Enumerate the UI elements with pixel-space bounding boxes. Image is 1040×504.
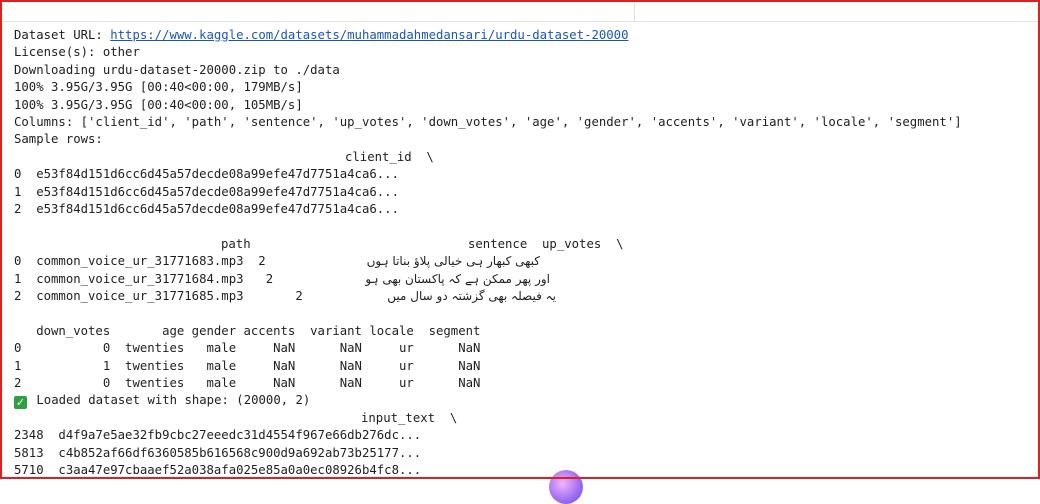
table-row: 2 e53f84d151d6cc6d45a57decde08a99efe47d7… <box>14 202 399 216</box>
notebook-toolbar <box>2 2 1038 22</box>
assistant-orb-icon[interactable] <box>549 470 583 504</box>
input-text-header: input_text \ <box>361 410 458 425</box>
table-row: 2 0 twenties male NaN NaN ur NaN <box>14 376 481 390</box>
downloading-line: Downloading urdu-dataset-20000.zip to ./… <box>14 62 340 77</box>
progress-line-2: 100% 3.95G/3.95G [00:40<00:00, 105MB/s] <box>14 97 303 112</box>
client-id-header: client_id \ <box>345 149 434 164</box>
path-header: path <box>221 236 251 251</box>
table-row: 2348 d4f9a7e5ae32fb9cbc27eeedc31d4554f96… <box>14 428 422 443</box>
table-row: 2 common_voice_ur_31771685.mp3 2 <box>14 289 303 303</box>
sentence-cell: یہ فیصلہ بھی گزشتہ دو سال میں <box>387 289 556 303</box>
license-line: License(s): other <box>14 45 140 60</box>
check-icon: ✓ <box>14 396 27 410</box>
dataset-url-line: Dataset URL: https://www.kaggle.com/data… <box>14 27 629 44</box>
dataset-url-label: Dataset URL: <box>14 28 111 42</box>
loaded-text: Loaded dataset with shape: (20000, 2) <box>36 393 311 408</box>
table-row: 1 1 twenties male NaN NaN ur NaN <box>14 358 481 373</box>
sentence-cell: اور پھر ممکن ہے کہ پاکستان بھی ہو <box>365 271 550 286</box>
table-row: 0 e53f84d151d6cc6d45a57decde08a99efe47d7… <box>14 167 399 182</box>
sample-rows-label: Sample rows: <box>14 132 103 147</box>
cell-output: Dataset URL: https://www.kaggle.com/data… <box>14 27 1034 477</box>
sentence-cell: کبھی کبھار ہی خیالی پلاؤ بناتا ہوں <box>366 254 540 269</box>
columns-line: Columns: ['client_id', 'path', 'sentence… <box>14 115 962 129</box>
table-row: 0 0 twenties male NaN NaN ur NaN <box>14 341 481 356</box>
table-row: 5813 c4b852af66df6360585b616568c900d9a69… <box>14 445 422 460</box>
table-row: 1 e53f84d151d6cc6d45a57decde08a99efe47d7… <box>14 184 399 199</box>
progress-line-1: 100% 3.95G/3.95G [00:40<00:00, 179MB/s] <box>14 80 303 95</box>
table-row: 5710 c3aa47e97cbaaef52a038afa025e85a0a0e… <box>14 463 422 477</box>
sentence-header: sentence up_votes \ <box>468 236 624 251</box>
table-row: 1 common_voice_ur_31771684.mp3 2 <box>14 271 274 286</box>
votes-header: down_votes age gender accents variant lo… <box>14 323 481 338</box>
table-row: 0 common_voice_ur_31771683.mp3 2 <box>14 254 266 269</box>
toolbar-divider <box>634 2 635 21</box>
dataset-url-link[interactable]: https://www.kaggle.com/datasets/muhammad… <box>110 28 628 42</box>
loaded-line: ✓ Loaded dataset with shape: (20000, 2) <box>14 392 311 410</box>
